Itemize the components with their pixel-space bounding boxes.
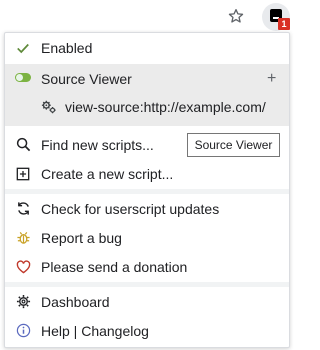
script-toggle-icon[interactable] xyxy=(15,73,31,82)
donation-label: Please send a donation xyxy=(41,258,188,275)
report-bug-label: Report a bug xyxy=(41,229,122,246)
create-new-script-label: Create a new script... xyxy=(41,165,174,182)
add-box-icon xyxy=(15,166,31,182)
script-name: Source Viewer xyxy=(41,70,132,87)
script-match-row[interactable]: view-source:http://example.com/ xyxy=(5,92,289,121)
checkmark-icon xyxy=(15,40,31,56)
gear-icon xyxy=(15,294,31,310)
gears-icon xyxy=(41,99,57,115)
expand-plus-icon[interactable]: + xyxy=(267,70,276,88)
script-count-badge: 1 xyxy=(278,18,290,30)
search-icon xyxy=(15,137,31,153)
help-changelog-item[interactable]: Help | Changelog xyxy=(5,316,289,345)
find-new-scripts-label: Find new scripts... xyxy=(41,136,154,153)
heart-icon xyxy=(15,259,31,275)
script-section: Source Viewer + view-source:http://examp… xyxy=(5,64,289,126)
browser-toolbar: 1 xyxy=(0,0,292,34)
enabled-label: Enabled xyxy=(41,39,93,56)
info-icon xyxy=(15,323,31,339)
extension-popup-menu: Enabled Source Viewer + view-source:http… xyxy=(4,32,290,348)
script-name-tooltip: Source Viewer xyxy=(187,133,280,157)
bug-icon xyxy=(15,230,31,246)
dashboard-item[interactable]: Dashboard xyxy=(5,287,289,316)
help-changelog-label: Help | Changelog xyxy=(41,322,149,339)
refresh-icon xyxy=(15,201,31,217)
script-item-source-viewer[interactable]: Source Viewer + xyxy=(5,64,289,93)
check-updates-label: Check for userscript updates xyxy=(41,200,220,217)
bookmark-star-icon[interactable] xyxy=(226,6,246,26)
script-match-url: view-source:http://example.com/ xyxy=(65,98,266,115)
dashboard-label: Dashboard xyxy=(41,293,110,310)
report-bug-item[interactable]: Report a bug xyxy=(5,223,289,252)
check-updates-item[interactable]: Check for userscript updates xyxy=(5,194,289,223)
create-new-script-item[interactable]: Create a new script... xyxy=(5,159,289,188)
enabled-toggle-item[interactable]: Enabled xyxy=(5,33,289,62)
donation-item[interactable]: Please send a donation xyxy=(5,252,289,281)
